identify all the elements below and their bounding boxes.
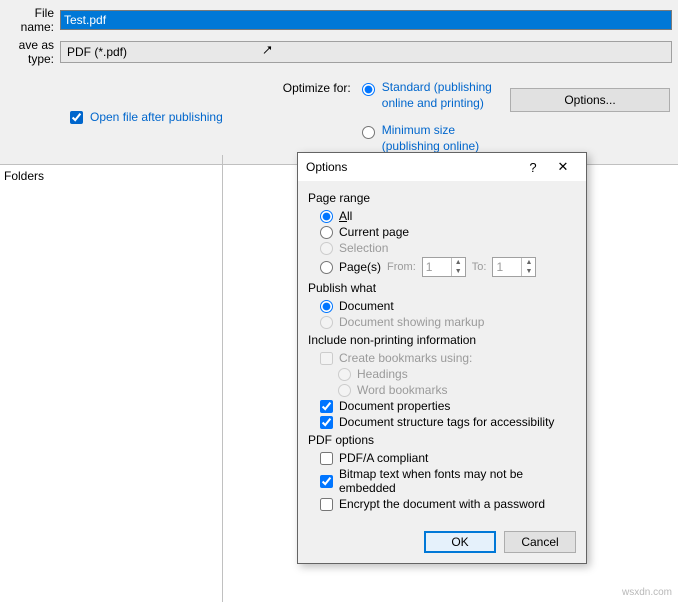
save-dialog-top: File name: ave as type: PDF (*.pdf) ⭧ Op… bbox=[0, 0, 678, 165]
publish-what-label: Publish what bbox=[308, 281, 576, 295]
doc-properties-text: Document properties bbox=[339, 399, 450, 413]
encrypt-checkbox[interactable]: Encrypt the document with a password bbox=[320, 497, 576, 511]
from-spinner[interactable]: 1 ▲▼ bbox=[422, 257, 466, 277]
dialog-titlebar: Options ? ✕ bbox=[298, 153, 586, 181]
bookmarks-headings-radio: Headings bbox=[338, 367, 576, 381]
optimize-for-label: Optimize for: bbox=[283, 80, 351, 154]
publish-markup-radio: Document showing markup bbox=[320, 315, 576, 329]
range-selection-radio: Selection bbox=[320, 241, 576, 255]
optimize-standard-input[interactable] bbox=[362, 83, 375, 96]
file-name-label: File name: bbox=[0, 6, 60, 34]
file-name-input[interactable] bbox=[60, 10, 672, 30]
bookmarks-word-input bbox=[338, 384, 351, 397]
publish-document-input[interactable] bbox=[320, 300, 333, 313]
bitmap-text-input[interactable] bbox=[320, 475, 333, 488]
ok-button[interactable]: OK bbox=[424, 531, 496, 553]
bookmarks-headings-text: Headings bbox=[357, 367, 408, 381]
help-button[interactable]: ? bbox=[518, 160, 548, 175]
encrypt-text: Encrypt the document with a password bbox=[339, 497, 545, 511]
to-value: 1 bbox=[493, 260, 521, 274]
to-label: To: bbox=[472, 261, 487, 273]
range-current-radio[interactable]: Current page bbox=[320, 225, 576, 239]
publish-document-text: Document bbox=[339, 299, 394, 313]
optimize-minimum-input[interactable] bbox=[362, 126, 375, 139]
range-selection-input bbox=[320, 242, 333, 255]
include-nonprinting-label: Include non-printing information bbox=[308, 333, 576, 347]
optimize-standard-line2: online and printing) bbox=[382, 96, 492, 112]
range-selection-text: Selection bbox=[339, 241, 388, 255]
doc-structure-input[interactable] bbox=[320, 416, 333, 429]
from-label: From: bbox=[387, 261, 416, 273]
watermark: wsxdn.com bbox=[622, 587, 672, 598]
close-icon[interactable]: ✕ bbox=[548, 159, 578, 175]
range-current-input[interactable] bbox=[320, 226, 333, 239]
save-as-type-value: PDF (*.pdf) bbox=[67, 45, 127, 59]
bookmarks-word-text: Word bookmarks bbox=[357, 383, 447, 397]
create-bookmarks-input bbox=[320, 352, 333, 365]
bookmarks-headings-input bbox=[338, 368, 351, 381]
publish-markup-input bbox=[320, 316, 333, 329]
doc-properties-input[interactable] bbox=[320, 400, 333, 413]
options-dialog: Options ? ✕ Page range All Current page … bbox=[297, 152, 587, 564]
encrypt-input[interactable] bbox=[320, 498, 333, 511]
range-current-text: Current page bbox=[339, 225, 409, 239]
options-button[interactable]: Options... bbox=[510, 88, 670, 112]
optimize-minimum-line1: Minimum size bbox=[382, 123, 479, 139]
open-after-publishing-checkbox[interactable]: Open file after publishing bbox=[66, 80, 223, 154]
create-bookmarks-text: Create bookmarks using: bbox=[339, 351, 472, 365]
optimize-standard-line1: Standard (publishing bbox=[382, 80, 492, 96]
open-after-publishing-label: Open file after publishing bbox=[90, 110, 223, 124]
dialog-title: Options bbox=[306, 160, 518, 174]
doc-structure-text: Document structure tags for accessibilit… bbox=[339, 415, 554, 429]
range-all-radio[interactable]: All bbox=[320, 209, 576, 223]
optimize-standard-radio[interactable]: Standard (publishing online and printing… bbox=[357, 80, 492, 111]
range-all-input[interactable] bbox=[320, 210, 333, 223]
chevron-up-icon[interactable]: ▲ bbox=[522, 258, 535, 267]
pdfa-input[interactable] bbox=[320, 452, 333, 465]
publish-markup-text: Document showing markup bbox=[339, 315, 484, 329]
pdf-options-label: PDF options bbox=[308, 433, 576, 447]
doc-structure-checkbox[interactable]: Document structure tags for accessibilit… bbox=[320, 415, 576, 429]
optimize-minimum-radio[interactable]: Minimum size (publishing online) bbox=[357, 123, 492, 154]
range-pages-input[interactable] bbox=[320, 261, 333, 274]
range-all-text: ll bbox=[347, 209, 352, 223]
save-as-type-label: ave as type: bbox=[0, 38, 60, 66]
pdfa-text: PDF/A compliant bbox=[339, 451, 428, 465]
to-spinner[interactable]: 1 ▲▼ bbox=[492, 257, 536, 277]
bookmarks-word-radio: Word bookmarks bbox=[338, 383, 576, 397]
vertical-divider bbox=[222, 155, 223, 602]
pdfa-checkbox[interactable]: PDF/A compliant bbox=[320, 451, 576, 465]
create-bookmarks-checkbox: Create bookmarks using: bbox=[320, 351, 576, 365]
chevron-down-icon[interactable]: ▼ bbox=[522, 267, 535, 276]
from-value: 1 bbox=[423, 260, 451, 274]
bitmap-text-text: Bitmap text when fonts may not be embedd… bbox=[339, 467, 576, 495]
chevron-up-icon[interactable]: ▲ bbox=[452, 258, 465, 267]
range-pages-radio[interactable]: Page(s) bbox=[320, 260, 381, 274]
optimize-for-group: Optimize for: Standard (publishing onlin… bbox=[283, 80, 492, 154]
range-pages-text: Page(s) bbox=[339, 260, 381, 274]
doc-properties-checkbox[interactable]: Document properties bbox=[320, 399, 576, 413]
publish-document-radio[interactable]: Document bbox=[320, 299, 576, 313]
folders-label[interactable]: Folders bbox=[0, 165, 48, 187]
save-as-type-select[interactable]: PDF (*.pdf) bbox=[60, 41, 672, 63]
open-after-publishing-input[interactable] bbox=[70, 111, 83, 124]
cancel-button[interactable]: Cancel bbox=[504, 531, 576, 553]
page-range-label: Page range bbox=[308, 191, 576, 205]
chevron-down-icon[interactable]: ▼ bbox=[452, 267, 465, 276]
bitmap-text-checkbox[interactable]: Bitmap text when fonts may not be embedd… bbox=[320, 467, 576, 495]
